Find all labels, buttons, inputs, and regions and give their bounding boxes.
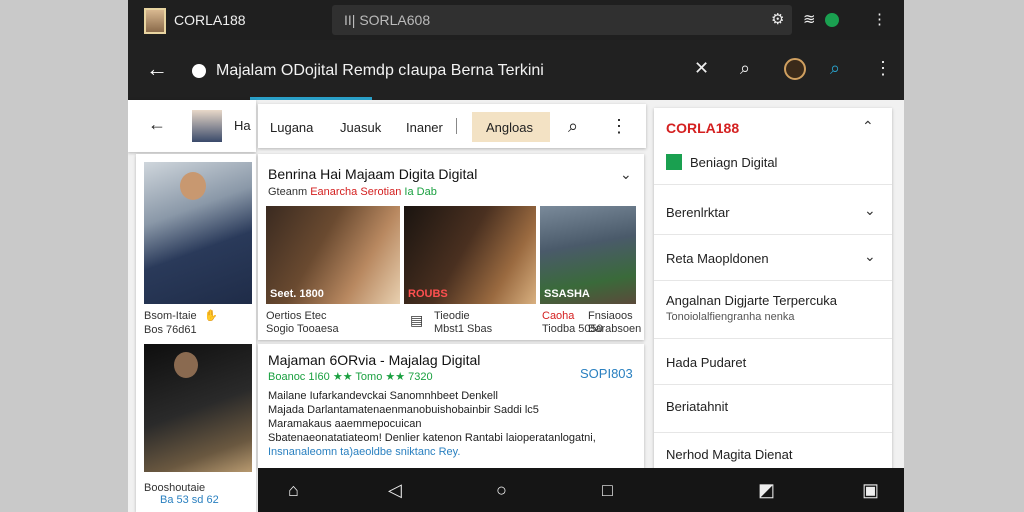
thumb-caption-1: Bsom-Itaie (144, 310, 197, 322)
shield-icon (666, 154, 682, 170)
img2-caption-1: Tieodie (434, 310, 470, 322)
menu-label-5: Beriatahnit (666, 399, 729, 414)
back-nav-icon[interactable]: ◁ (388, 480, 402, 501)
location-pin-icon (192, 64, 206, 78)
left-panel-list: Bsom-Itaie ✋ Bos 76d61 Booshoutaie Ba 53… (136, 154, 256, 512)
browser-top-bar: CORLA188 II| SORLA608 ⚙ ≋ ⋮ (128, 0, 904, 40)
menu-item-2[interactable]: Reta Maopldonen ⌄ (654, 234, 892, 280)
recents-icon[interactable]: □ (602, 480, 613, 501)
chevron-down-icon[interactable]: ⌄ (864, 202, 876, 219)
menu-item-3[interactable]: Angalnan Digjarte Terpercuka Tonoiolalfi… (654, 280, 892, 338)
window-icon[interactable]: ▣ (862, 480, 879, 501)
settings-icon[interactable]: ⚙ (771, 10, 784, 28)
author-avatar[interactable] (192, 110, 222, 142)
meta-3: Serotian (360, 186, 402, 198)
back-arrow-icon[interactable]: ← (146, 56, 168, 82)
thumb-caption-3: Booshoutaie (144, 482, 206, 494)
brand-name: CORLA188 (666, 120, 740, 136)
more-vert-icon[interactable]: ⋮ (874, 58, 892, 79)
news-image-3[interactable]: SSASHA (540, 206, 636, 304)
more-vert-icon[interactable]: ⋮ (872, 10, 887, 28)
news-image-1[interactable]: Seet. 1800 (266, 206, 400, 304)
thumb-caption-4: Ba 53 sd 62 (160, 494, 219, 506)
close-x-icon[interactable]: ✕ (694, 58, 709, 79)
tab-inaner[interactable]: Inaner (406, 120, 443, 135)
article-line-4: Sbatenaeonatatiateom! Denlier katenon Ra… (268, 432, 596, 444)
site-avatar (144, 8, 166, 34)
article-line-1: Mailane Iufarkandevckai Sanomnhbeet Denk… (268, 390, 498, 402)
image-1-label: Seet. 1800 (270, 288, 324, 300)
article-badge: SOPI803 (580, 366, 633, 381)
back-arrow-icon[interactable]: ← (148, 114, 166, 135)
tab-juasuk[interactable]: Juasuk (340, 120, 381, 135)
page-title: Majalam ODojital Remdp cIaupa Berna Terk… (216, 62, 544, 79)
menu-label-3: Angalnan Digjarte Terpercuka (666, 293, 838, 308)
menu-item-4[interactable]: Hada Pudaret (654, 338, 892, 384)
news-image-2[interactable]: ROUBS (404, 206, 536, 304)
circle-home-icon[interactable]: ○ (496, 480, 507, 501)
menu-label-6: Nerhod Magita Dienat (666, 447, 793, 462)
menu-sub-3: Tonoiolalfiengranha nenka (666, 311, 795, 323)
menu-label-1: Berenlrktar (666, 205, 730, 220)
menu-label-4: Hada Pudaret (666, 355, 747, 370)
officer-thumbnail[interactable] (144, 162, 252, 304)
dog-officer-thumbnail[interactable] (144, 344, 252, 472)
right-menu-panel: CORLA188 ⌃ Beniagn Digital Berenlrktar ⌄… (654, 108, 892, 512)
news-card-article[interactable]: Majaman 6ORvia - Majalag Digital Boanoc … (258, 344, 644, 468)
search-icon-accent[interactable]: ⌕ (830, 58, 840, 79)
chevron-down-icon[interactable]: ⌄ (864, 248, 876, 265)
meta-1: Gteanm (268, 186, 308, 198)
meta-2: Eanarcha (310, 186, 358, 198)
article-meta: Boanoc 1I60 ★★ Tomo ★★ 7320 (268, 371, 433, 383)
author-name: Ha (234, 118, 251, 133)
left-panel-header: ← Ha (128, 100, 256, 152)
menu-subtitle: Beniagn Digital (690, 155, 778, 170)
address-prefix: II| (344, 12, 356, 28)
news-card-featured[interactable]: Benrina Hai Majaam Digita Digital ⌄ Gtea… (258, 154, 644, 340)
cast-icon[interactable]: ◩ (758, 480, 775, 501)
thumb-caption-2: Bos 76d61 (144, 324, 197, 336)
wifi-icon: ≋ (803, 11, 816, 28)
image-3-label: SSASHA (544, 288, 590, 300)
system-nav-bar: ⌂ ◁ ○ □ ◩ ▣ (258, 468, 904, 512)
home-icon[interactable]: ⌂ (288, 480, 299, 501)
search-icon[interactable]: ⌕ (740, 58, 750, 79)
category-tabs: Lugana Juasuk Inaner Angloas ⌕ ⋮ (258, 104, 646, 148)
search-icon[interactable]: ⌕ (568, 116, 578, 137)
article-line-5: Insnanaleomn ta)aeoldbe sniktanc Rey. (268, 446, 461, 458)
whatsapp-icon[interactable] (825, 13, 839, 27)
address-bar[interactable]: II| SORLA608 (332, 5, 792, 35)
img1-caption-1: Oertios Etec (266, 310, 327, 322)
menu-item-1[interactable]: Berenlrktar ⌄ (654, 184, 892, 234)
more-vert-icon[interactable]: ⋮ (610, 116, 628, 137)
hand-icon: ✋ (204, 310, 218, 322)
img3-caption-1: Caoha (542, 310, 575, 322)
img2-caption-2: Mbst1 Sbas (434, 323, 493, 335)
chevron-up-icon[interactable]: ⌃ (862, 118, 874, 135)
card-title: Benrina Hai Majaam Digita Digital (268, 166, 478, 182)
img1-caption-2: Sogio Tooaesa (266, 323, 339, 335)
article-title: Majaman 6ORvia - Majalag Digital (268, 352, 481, 368)
img3-caption-2b: Barabsoen (588, 323, 642, 335)
tab-angloas[interactable]: Angloas (472, 112, 550, 142)
img3-caption-1b: Fnsiaoos (588, 310, 633, 322)
menu-label-2: Reta Maopldonen (666, 251, 769, 266)
address-text: SORLA608 (359, 12, 431, 28)
article-line-3: Maramakaus aaemmepocuican (268, 418, 422, 430)
active-tab-indicator (250, 97, 372, 100)
device-screen: CORLA188 II| SORLA608 ⚙ ≋ ⋮ ← Majalam OD… (128, 0, 904, 512)
tab-divider (456, 118, 457, 134)
chevron-down-icon[interactable]: ⌄ (620, 166, 632, 183)
menu-item-5[interactable]: Beriatahnit (654, 384, 892, 432)
site-name: CORLA188 (174, 12, 246, 28)
meta-4: Ia Dab (404, 186, 437, 198)
document-icon: ▤ (410, 312, 424, 328)
app-bar: ← Majalam ODojital Remdp cIaupa Berna Te… (128, 40, 904, 100)
tab-lugana[interactable]: Lugana (270, 120, 313, 135)
image-2-label: ROUBS (408, 288, 448, 300)
article-line-2: Majada Darlantamatenaenmanobuishobainbir… (268, 404, 539, 416)
user-avatar[interactable] (784, 58, 806, 80)
